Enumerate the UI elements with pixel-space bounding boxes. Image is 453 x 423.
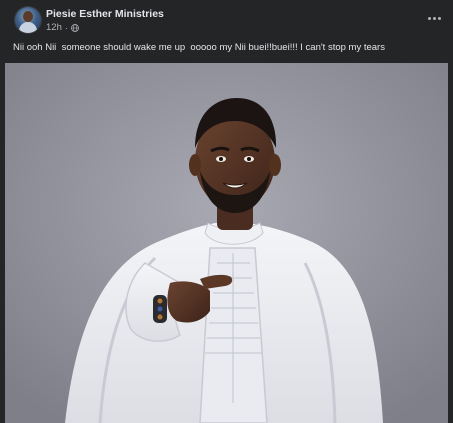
pupil <box>247 157 251 161</box>
post-meta: 12h · <box>46 22 79 33</box>
page-name-link[interactable]: Piesie Esther Ministries <box>46 8 164 20</box>
more-dot <box>437 16 441 20</box>
post-header: Piesie Esther Ministries 12h · <box>0 0 453 40</box>
bracelet-bead <box>157 314 163 320</box>
meta-separator: · <box>64 22 68 33</box>
fist <box>167 281 210 323</box>
avatar-body <box>19 22 37 33</box>
photo-illustration <box>5 63 448 423</box>
post-photo[interactable] <box>5 63 448 423</box>
bracelet-bead <box>157 298 163 304</box>
more-dot <box>432 16 436 20</box>
pupil <box>219 157 223 161</box>
facebook-post: Piesie Esther Ministries 12h · Nii ooh N… <box>0 0 453 423</box>
avatar-head <box>23 11 33 22</box>
page-avatar[interactable] <box>15 7 41 33</box>
globe-icon <box>70 23 79 32</box>
post-timestamp[interactable]: 12h <box>46 22 62 33</box>
ear <box>189 154 201 176</box>
more-options-button[interactable] <box>423 9 445 27</box>
bracelet-bead <box>157 306 163 312</box>
ear <box>269 154 281 176</box>
more-dot <box>427 16 431 20</box>
post-text: Nii ooh Nii someone should wake me up oo… <box>13 42 385 53</box>
